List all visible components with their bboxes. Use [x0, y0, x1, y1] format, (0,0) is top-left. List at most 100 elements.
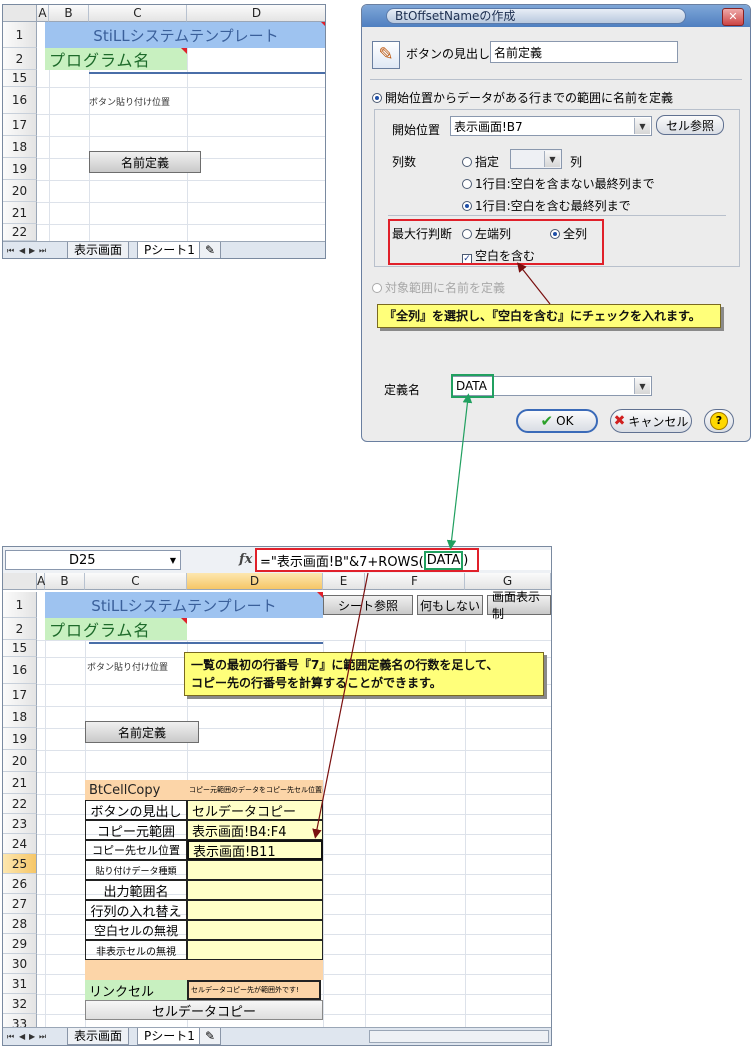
tab-nav-last-icon[interactable]: ⏭ — [39, 246, 46, 256]
row-header-32[interactable]: 32 — [3, 994, 37, 1014]
name-define-button[interactable]: 名前定義 — [89, 151, 201, 173]
row-header-27[interactable]: 27 — [3, 894, 37, 914]
chevron-down-icon[interactable]: ▼ — [634, 118, 650, 134]
radio-target-indicator[interactable] — [372, 283, 382, 293]
sheet-ref-button[interactable]: シート参照 — [323, 595, 413, 615]
col-header-b[interactable]: B — [49, 5, 89, 22]
row-header-20[interactable]: 20 — [3, 750, 37, 772]
row-header-16[interactable]: 16 — [3, 87, 37, 114]
tab-nav-first-icon[interactable]: ⏮ — [7, 246, 14, 256]
row-header-18[interactable]: 18 — [3, 136, 37, 158]
row-header-17[interactable]: 17 — [3, 684, 37, 706]
fx-icon[interactable]: fx — [239, 552, 252, 567]
radio-cols-opt1-indicator[interactable] — [462, 179, 472, 189]
tab-nav-next-icon[interactable]: ▶ — [29, 1032, 35, 1041]
caption-input[interactable]: 名前定義 — [490, 41, 678, 63]
param-value[interactable] — [187, 880, 323, 900]
param-value[interactable] — [187, 860, 323, 880]
row-header-21[interactable]: 21 — [3, 202, 37, 224]
columns-count-input[interactable]: ▼ — [510, 149, 562, 169]
row-header-22[interactable]: 22 — [3, 224, 37, 241]
param-value[interactable]: 表示画面!B11 — [187, 840, 323, 860]
horizontal-scrollbar[interactable] — [369, 1030, 549, 1043]
ok-button[interactable]: ✔ OK — [516, 409, 598, 433]
chevron-down-icon[interactable]: ▼ — [170, 556, 176, 565]
cancel-button[interactable]: ✖ キャンセル — [610, 409, 692, 433]
select-all-corner[interactable] — [3, 5, 37, 22]
row-header-19[interactable]: 19 — [3, 158, 37, 180]
start-position-select[interactable]: 表示画面!B7 ▼ — [450, 116, 652, 136]
row-header-15[interactable]: 15 — [3, 640, 37, 657]
radio-cols-opt2-indicator[interactable] — [462, 201, 472, 211]
name-box[interactable]: D25 ▼ — [5, 550, 181, 570]
param-value[interactable] — [187, 940, 323, 960]
tab-psheet1[interactable]: Pシート1 — [137, 242, 202, 258]
radio-cols-specify-indicator[interactable] — [462, 157, 472, 167]
row-header-29[interactable]: 29 — [3, 934, 37, 954]
program-name: プログラム名 — [45, 48, 187, 70]
row-header-2[interactable]: 2 — [3, 48, 37, 70]
col-header-e[interactable]: E — [323, 573, 365, 590]
param-value[interactable]: セルデータコピー — [187, 800, 323, 820]
row-header-15[interactable]: 15 — [3, 70, 37, 87]
row-header-20[interactable]: 20 — [3, 180, 37, 202]
tab-nav-prev-icon[interactable]: ◀ — [19, 246, 25, 255]
tab-nav-last-icon[interactable]: ⏭ — [39, 1032, 46, 1042]
row-header-1[interactable]: 1 — [3, 592, 37, 618]
row-header-2[interactable]: 2 — [3, 618, 37, 640]
name-define-button[interactable]: 名前定義 — [85, 721, 199, 743]
tab-display[interactable]: 表示画面 — [67, 242, 130, 258]
row-header-17[interactable]: 17 — [3, 114, 37, 136]
row-header-26[interactable]: 26 — [3, 874, 37, 894]
display-screen-button[interactable]: 画面表示制 — [487, 590, 551, 621]
row-header-23[interactable]: 23 — [3, 814, 37, 834]
radio-range-name[interactable]: 開始位置からデータがある行までの範囲に名前を定義 — [372, 89, 673, 106]
row-header-25[interactable]: 25 — [3, 854, 37, 874]
param-value[interactable] — [187, 900, 323, 920]
radio-range-indicator[interactable] — [372, 93, 382, 103]
row-header-21[interactable]: 21 — [3, 772, 37, 794]
tab-nav-first-icon[interactable]: ⏮ — [7, 1032, 14, 1042]
tab-display[interactable]: 表示画面 — [67, 1028, 130, 1045]
param-value[interactable]: 表示画面!B4:F4 — [187, 820, 323, 840]
new-sheet-icon[interactable]: ✎ — [199, 1028, 221, 1045]
col-header-a[interactable]: A — [37, 573, 45, 590]
row-header-19[interactable]: 19 — [3, 728, 37, 750]
radio-target-range[interactable]: 対象範囲に名前を定義 — [372, 279, 505, 296]
col-header-c[interactable]: C — [89, 5, 187, 22]
cell-ref-button[interactable]: セル参照 — [656, 115, 724, 135]
param-label: 非表示セルの無視 — [85, 940, 187, 960]
cell-data-copy-button[interactable]: セルデータコピー — [85, 1000, 323, 1020]
row-header-24[interactable]: 24 — [3, 834, 37, 854]
radio-cols-opt1[interactable]: 1行目:空白を含まない最終列まで — [462, 175, 655, 192]
new-sheet-icon[interactable]: ✎ — [199, 242, 221, 258]
btcellcopy-title: BtCellCopy — [85, 780, 187, 800]
row-header-28[interactable]: 28 — [3, 914, 37, 934]
columns-label: 列数 — [392, 155, 417, 169]
col-header-f[interactable]: F — [365, 573, 465, 590]
col-header-b[interactable]: B — [45, 573, 85, 590]
tab-psheet1[interactable]: Pシート1 — [137, 1028, 202, 1045]
col-header-c[interactable]: C — [85, 573, 187, 590]
row-header-18[interactable]: 18 — [3, 706, 37, 728]
row-header-30[interactable]: 30 — [3, 954, 37, 974]
select-all-corner[interactable] — [3, 573, 37, 590]
row-header-1[interactable]: 1 — [3, 22, 37, 48]
row-header-16[interactable]: 16 — [3, 657, 37, 684]
row-header-22[interactable]: 22 — [3, 794, 37, 814]
param-value[interactable] — [187, 920, 323, 940]
radio-cols-specify[interactable]: 指定 — [462, 153, 499, 170]
chevron-down-icon[interactable]: ▼ — [634, 378, 650, 394]
help-button[interactable]: ? — [704, 409, 734, 433]
col-header-d[interactable]: D — [187, 5, 325, 22]
tab-nav-next-icon[interactable]: ▶ — [29, 246, 35, 255]
radio-cols-opt2[interactable]: 1行目:空白を含む最終列まで — [462, 197, 631, 214]
do-nothing-button[interactable]: 何もしない — [417, 595, 483, 615]
row-header-31[interactable]: 31 — [3, 974, 37, 994]
check-icon: ✔ — [540, 412, 554, 430]
col-header-d[interactable]: D — [187, 573, 323, 590]
col-header-a[interactable]: A — [37, 5, 49, 22]
chevron-down-icon[interactable]: ▼ — [544, 151, 560, 167]
close-icon[interactable]: ✕ — [722, 8, 744, 26]
tab-nav-prev-icon[interactable]: ◀ — [19, 1032, 25, 1041]
